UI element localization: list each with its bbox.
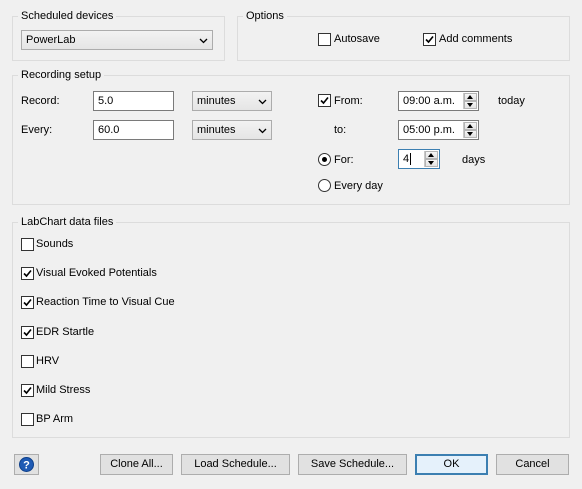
checkmark-icon (425, 35, 434, 44)
record-label: Record: (21, 95, 60, 107)
device-select[interactable]: PowerLab (21, 30, 213, 50)
autosave-label: Autosave (334, 33, 380, 45)
ok-button[interactable]: OK (415, 454, 488, 475)
radio-dot (322, 157, 327, 162)
every-label: Every: (21, 124, 53, 136)
triangle-up-icon (428, 153, 434, 157)
options-label: Options (243, 10, 287, 23)
from-suffix: today (498, 95, 525, 107)
checkmark-icon (23, 269, 32, 278)
from-time-input[interactable]: 09:00 a.m. (398, 91, 479, 111)
recording-setup-label: Recording setup (18, 69, 105, 82)
every-input[interactable]: 60.0 (93, 120, 174, 140)
chevron-down-icon (199, 38, 208, 44)
data-file-label: Mild Stress (36, 384, 91, 396)
scheduled-devices-label: Scheduled devices (18, 10, 117, 23)
add-comments-checkbox[interactable] (423, 33, 436, 46)
autosave-checkbox[interactable] (318, 33, 331, 46)
from-checkbox[interactable] (318, 94, 331, 107)
for-days-input[interactable]: 4 (398, 149, 440, 169)
to-time-spinner[interactable] (463, 122, 477, 138)
data-files-label: LabChart data files (18, 216, 117, 229)
for-days-value: 4 (403, 153, 410, 165)
triangle-up-icon (467, 124, 473, 128)
data-file-checkbox[interactable] (21, 384, 34, 397)
data-file-label: Visual Evoked Potentials (36, 267, 157, 279)
data-file-label: Reaction Time to Visual Cue (36, 296, 175, 308)
options-group (237, 16, 570, 61)
every-unit-select[interactable]: minutes (192, 120, 272, 140)
spin-up-button[interactable] (464, 122, 477, 130)
data-file-checkbox[interactable] (21, 355, 34, 368)
svg-text:?: ? (23, 459, 30, 471)
spin-down-button[interactable] (464, 101, 477, 109)
triangle-up-icon (467, 95, 473, 99)
checkmark-icon (23, 298, 32, 307)
for-suffix: days (462, 154, 486, 166)
save-schedule-button[interactable]: Save Schedule... (298, 454, 407, 475)
spin-up-button[interactable] (464, 93, 477, 101)
triangle-down-icon (428, 161, 434, 165)
data-file-checkbox[interactable] (21, 267, 34, 280)
every-unit-value: minutes (197, 124, 236, 136)
text-caret (410, 153, 411, 165)
checkmark-icon (23, 328, 32, 337)
to-label: to: (334, 124, 347, 136)
to-time-value: 05:00 p.m. (403, 124, 455, 136)
spin-down-button[interactable] (464, 130, 477, 138)
question-icon: ? (19, 457, 34, 472)
data-files-group (12, 222, 570, 438)
load-schedule-button[interactable]: Load Schedule... (181, 454, 290, 475)
from-time-value: 09:00 a.m. (403, 95, 455, 107)
data-file-checkbox[interactable] (21, 413, 34, 426)
data-file-label: HRV (36, 355, 60, 367)
add-comments-label: Add comments (439, 33, 513, 45)
device-select-value: PowerLab (26, 34, 76, 46)
for-days-spinner[interactable] (424, 151, 438, 167)
data-file-label: BP Arm (36, 413, 74, 425)
for-radio[interactable] (318, 153, 331, 166)
from-label: From: (334, 95, 363, 107)
triangle-down-icon (467, 132, 473, 136)
data-file-checkbox[interactable] (21, 296, 34, 309)
for-label: For: (334, 154, 354, 166)
clone-all-button[interactable]: Clone All... (100, 454, 173, 475)
every-day-radio[interactable] (318, 179, 331, 192)
triangle-down-icon (467, 103, 473, 107)
data-file-checkbox[interactable] (21, 238, 34, 251)
data-file-checkbox[interactable] (21, 326, 34, 339)
record-unit-value: minutes (197, 95, 236, 107)
every-day-label: Every day (334, 180, 383, 192)
record-unit-select[interactable]: minutes (192, 91, 272, 111)
spin-down-button[interactable] (425, 159, 438, 167)
cancel-button[interactable]: Cancel (496, 454, 569, 475)
record-input[interactable]: 5.0 (93, 91, 174, 111)
spin-up-button[interactable] (425, 151, 438, 159)
data-file-label: Sounds (36, 238, 74, 250)
chevron-down-icon (258, 128, 267, 134)
data-file-label: EDR Startle (36, 326, 95, 338)
chevron-down-icon (258, 99, 267, 105)
to-time-input[interactable]: 05:00 p.m. (398, 120, 479, 140)
help-button[interactable]: ? (14, 454, 39, 475)
from-time-spinner[interactable] (463, 93, 477, 109)
checkmark-icon (23, 386, 32, 395)
checkmark-icon (320, 96, 329, 105)
